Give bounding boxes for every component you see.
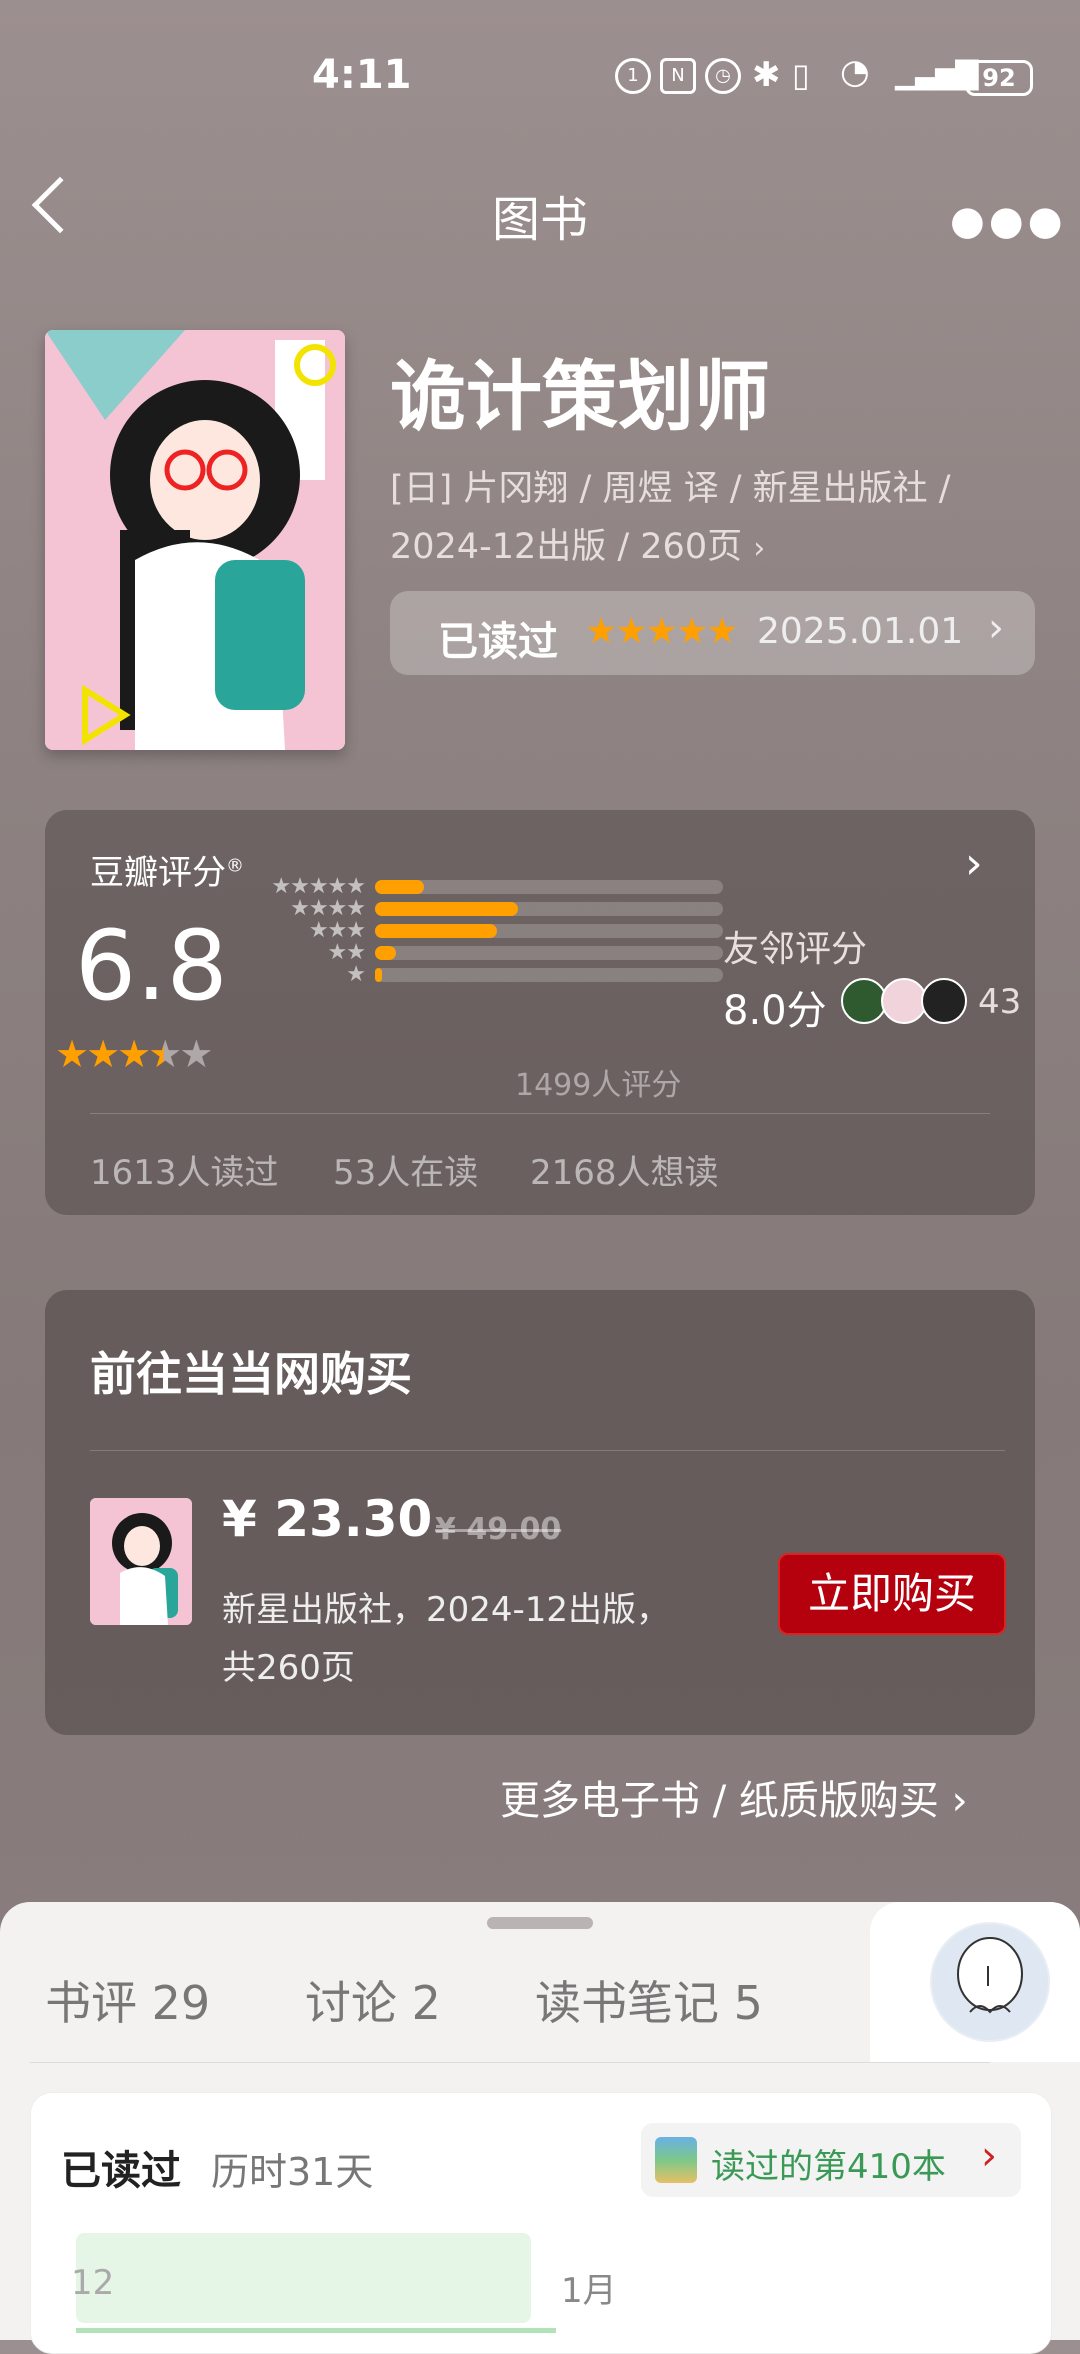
read-duration: 历时31天 (211, 2150, 374, 2194)
distribution-bar (375, 880, 424, 894)
original-price: ¥ 49.00 (435, 1512, 562, 1547)
book-meta-line1[interactable]: [日] 片冈翔 / 周煜 译 / 新星出版社 / (390, 460, 951, 511)
distribution-bar (375, 924, 497, 938)
rating-count: 1499人评分 (515, 1068, 682, 1103)
distribution-bar (375, 946, 396, 960)
avatar-art (932, 1924, 1048, 2040)
chevron-right-icon: › (981, 2133, 997, 2179)
star-icon: ★ (117, 1032, 151, 1076)
buy-description-line1: 新星出版社，2024-12出版， (222, 1590, 671, 1630)
more-buy-link[interactable]: 更多电子书 / 纸质版购买 › (500, 1768, 968, 1826)
chevron-right-icon: › (753, 531, 766, 566)
chevron-right-icon: › (988, 605, 1004, 651)
read-done-label: 已读过 (61, 2148, 181, 2194)
drag-handle[interactable] (487, 1917, 593, 1929)
read-status-label: 已读过 (438, 619, 558, 665)
wifi-icon: ◔ (840, 52, 870, 92)
star-icon: ★ (148, 1032, 182, 1076)
divider (90, 1450, 1005, 1451)
vibrate-icon: ▯ (792, 56, 810, 94)
stat-reading[interactable]: 53人在读 (333, 1145, 478, 1194)
tab-notes[interactable]: 读书笔记 5 (535, 1967, 763, 2033)
page-title: 图书 (491, 192, 588, 248)
buy-price: ¥ 23.30 (222, 1490, 433, 1548)
back-icon[interactable] (31, 176, 89, 234)
timeline-month-label: 12 (71, 2263, 115, 2303)
distribution-bar-track (375, 880, 723, 894)
read-count-text: 读过的第410本 (711, 2147, 946, 2187)
buy-description-line2: 共260页 (222, 1648, 355, 1688)
distribution-bar-track (375, 924, 723, 938)
avatar[interactable] (921, 978, 967, 1024)
buy-now-button[interactable]: 立即购买 (778, 1553, 1006, 1635)
buy-book-thumbnail (90, 1498, 192, 1625)
reading-record-card[interactable]: 已读过 历时31天 读过的第410本 › 12 1月 (30, 2092, 1052, 2354)
more-icon[interactable]: ●●● (950, 198, 1067, 244)
star-icon: ★ (179, 1032, 213, 1076)
friend-rating-label: 友邻评分 (723, 929, 868, 970)
read-status-bar[interactable]: 已读过 ★★★★★ 2025.01.01 › (390, 591, 1035, 675)
tab-discussion[interactable]: 讨论 2 (305, 1967, 441, 2033)
bottom-sheet: 书评 29 讨论 2 读书笔记 5 已读过 历时31天 读过的第410本 › 1… (0, 1902, 1080, 2354)
rating-score: 6.8 (75, 910, 228, 1022)
avatar[interactable] (930, 1922, 1050, 2042)
distribution-stars-label: ★ (346, 962, 366, 987)
chevron-right-icon[interactable]: › (965, 838, 983, 889)
signal-icon: ▁▃▅▇ (895, 56, 978, 91)
divider (30, 2062, 990, 2063)
book-meta-text: 2024-12出版 / 260页 (390, 527, 743, 567)
my-rating-stars: ★★★★★ (585, 611, 738, 652)
bluetooth-icon: ✱ (752, 55, 781, 95)
status-bar: 4:11 1 N ◷ ✱ ▯ ◔ ▁▃▅▇ 92 (0, 0, 1080, 150)
stat-want[interactable]: 2168人想读 (530, 1145, 719, 1194)
star-icon: ★ (86, 1032, 120, 1076)
timeline-month-label: 1月 (561, 2271, 617, 2311)
distribution-bar-track (375, 946, 723, 960)
hd-icon: 1 (615, 58, 651, 94)
book-cover[interactable] (45, 330, 345, 750)
book-meta-line2[interactable]: 2024-12出版 / 260页 › (390, 518, 765, 569)
tab-reviews[interactable]: 书评 29 (45, 1967, 210, 2033)
distribution-bar-track (375, 902, 723, 916)
book-cover-art (45, 330, 345, 750)
timeline-line (76, 2328, 556, 2333)
nfc-icon: N (660, 58, 696, 94)
book-title: 诡计策划师 (390, 352, 770, 441)
thumbnail-art (90, 1498, 192, 1625)
read-count-pill[interactable]: 读过的第410本 › (641, 2123, 1021, 2197)
alarm-icon: ◷ (705, 58, 741, 94)
buy-header: 前往当当网购买 (90, 1347, 412, 1401)
distribution-bar-track (375, 968, 723, 982)
divider (90, 1113, 990, 1114)
stat-read[interactable]: 1613人读过 (90, 1145, 279, 1194)
bookshelf-icon (655, 2137, 697, 2183)
friend-rating-score: 8.0分 (723, 988, 827, 1034)
more-buy-text: 更多电子书 / 纸质版购买 (500, 1778, 939, 1824)
rating-card[interactable]: 豆瓣评分® › 6.8 ★★★★★ ★★★★★ ★★★★ ★★★ ★★ ★ 1499人评… (45, 810, 1035, 1215)
distribution-bar (375, 902, 518, 916)
timeline-highlight (76, 2233, 531, 2323)
friend-rating-count: 43 (978, 982, 1022, 1022)
chevron-right-icon: › (951, 1778, 968, 1824)
star-icon: ★ (55, 1032, 89, 1076)
battery-icon: 92 (965, 60, 1033, 96)
distribution-bar (375, 968, 382, 982)
rating-header-text: 豆瓣评分 (90, 853, 226, 893)
rating-score-stars: ★★★★★ (55, 1032, 213, 1076)
status-time: 4:11 (312, 52, 412, 98)
buy-card: 前往当当网购买 ¥ 23.30 ¥ 49.00 新星出版社，2024-12出版，… (45, 1290, 1035, 1735)
read-date: 2025.01.01 (757, 611, 964, 652)
